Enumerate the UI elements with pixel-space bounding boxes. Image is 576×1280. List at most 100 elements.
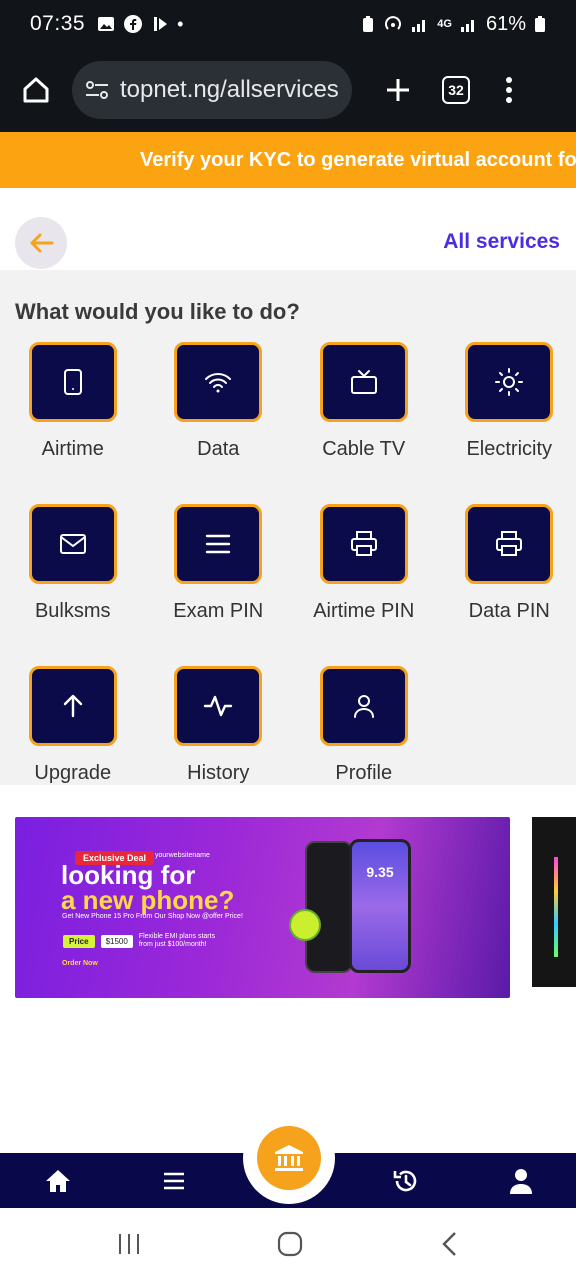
service-data-pin[interactable]: Data PIN: [437, 504, 576, 666]
service-tile[interactable]: [465, 342, 554, 422]
phone-clock: 9.35: [366, 864, 394, 880]
facebook-icon: [124, 15, 143, 33]
site-settings-icon[interactable]: [84, 78, 110, 102]
media-icon: [154, 17, 168, 31]
service-tile[interactable]: [319, 504, 408, 584]
person-icon: [510, 1169, 532, 1194]
mail-icon: [59, 534, 86, 554]
fund-wallet-button[interactable]: [257, 1126, 321, 1190]
service-label: Bulksms: [34, 600, 111, 622]
dot-icon: •: [177, 13, 184, 34]
promo-price-value: $1500: [100, 934, 133, 948]
download-badge-icon: [289, 909, 321, 941]
kyc-marquee[interactable]: Verify your KYC to generate virtual acco…: [0, 132, 576, 188]
promo-headline: looking for a new phone?: [61, 862, 235, 915]
kyc-text: Verify your KYC to generate virtual acco…: [140, 148, 576, 171]
service-tile[interactable]: [28, 666, 117, 746]
bank-icon: [275, 1145, 303, 1171]
home-system-button[interactable]: [277, 1230, 303, 1258]
network-type: 4G: [437, 18, 452, 30]
promo-price-label: Price: [63, 934, 95, 948]
side-ad[interactable]: [532, 817, 576, 987]
service-label: Electricity: [466, 438, 553, 460]
notification-icons: •: [97, 14, 183, 35]
service-label: Exam PIN: [173, 600, 264, 622]
nav-history[interactable]: [390, 1165, 422, 1197]
service-airtime-pin[interactable]: Airtime PIN: [291, 504, 437, 666]
service-label: Data PIN: [468, 600, 550, 622]
home-icon: [46, 1170, 70, 1192]
browser-toolbar: topnet.ng/allservices 32: [0, 48, 576, 132]
home-outline-icon: [23, 77, 49, 103]
service-profile[interactable]: Profile: [291, 666, 437, 828]
service-history[interactable]: History: [146, 666, 292, 828]
recents-icon: [119, 1234, 139, 1254]
user-icon: [353, 695, 374, 718]
tab-switcher-button[interactable]: 32: [442, 76, 470, 104]
service-bulksms[interactable]: Bulksms: [0, 504, 146, 666]
nav-profile[interactable]: [505, 1165, 537, 1197]
menu-lines-icon: [206, 534, 231, 554]
battery-percent: 61%: [485, 12, 526, 35]
service-airtime[interactable]: Airtime: [0, 342, 146, 504]
services-grid: Airtime Data Cable TV Electricity Bulksm: [0, 342, 576, 828]
new-tab-button[interactable]: [378, 70, 418, 110]
system-icons: 4G 61%: [361, 13, 546, 36]
gallery-icon: [98, 17, 115, 31]
service-tile[interactable]: [465, 504, 554, 584]
printer-icon: [350, 531, 377, 556]
service-cable-tv[interactable]: Cable TV: [291, 342, 437, 504]
browser-menu-icon[interactable]: [506, 77, 512, 103]
arrow-left-icon: [30, 233, 54, 253]
recents-button[interactable]: [116, 1230, 142, 1258]
battery-icon: [535, 16, 545, 32]
nav-home[interactable]: [42, 1165, 74, 1197]
promo-emi: Flexible EMI plans starts from just $100…: [138, 933, 216, 948]
signal-icon: [412, 20, 426, 32]
service-label: Airtime: [41, 438, 104, 460]
service-tile[interactable]: [174, 666, 263, 746]
back-button[interactable]: [15, 217, 67, 269]
service-tile[interactable]: [319, 666, 408, 746]
service-label: Data: [197, 438, 240, 460]
service-electricity[interactable]: Electricity: [437, 342, 576, 504]
menu-icon: [164, 1172, 184, 1190]
chevron-left-icon: [442, 1232, 456, 1256]
promo-subtext: Get New Phone 15 Pro From Our Shop Now @…: [62, 913, 243, 920]
phone-image-front: 9.35: [349, 839, 411, 973]
service-exam-pin[interactable]: Exam PIN: [146, 504, 292, 666]
system-navigation: [0, 1208, 576, 1280]
home-circle-icon: [277, 1231, 303, 1257]
services-section: What would you like to do? Airtime Data …: [0, 270, 576, 785]
url-bar[interactable]: topnet.ng/allservices: [72, 61, 352, 119]
battery-saver-icon: [363, 16, 374, 32]
arrow-up-icon: [63, 694, 82, 718]
back-system-button[interactable]: [440, 1230, 460, 1258]
nav-menu[interactable]: [158, 1165, 190, 1197]
page-title: All services: [443, 230, 560, 253]
service-tile[interactable]: [174, 342, 263, 422]
service-label: Airtime PIN: [313, 600, 415, 622]
service-tile[interactable]: [174, 504, 263, 584]
printer-icon: [496, 531, 523, 556]
service-upgrade[interactable]: Upgrade: [0, 666, 146, 828]
plus-icon: [387, 79, 409, 101]
browser-home-button[interactable]: [16, 70, 56, 110]
promo-banner[interactable]: Exclusive Deal yourwebsitename looking f…: [15, 817, 510, 998]
promo-order: Order Now: [62, 960, 98, 967]
history-icon: [393, 1170, 417, 1192]
signal-icon-2: [460, 20, 474, 32]
url-text: topnet.ng/allservices: [120, 76, 339, 103]
service-tile[interactable]: [28, 504, 117, 584]
promo-site: yourwebsitename: [155, 852, 210, 859]
service-label: Upgrade: [34, 762, 112, 784]
service-data[interactable]: Data: [146, 342, 292, 504]
clock: 07:35: [30, 12, 86, 35]
promo-headline-2: a new phone?: [61, 885, 235, 915]
status-bar: 07:35 • 4G 61%: [0, 0, 576, 48]
service-tile[interactable]: [28, 342, 117, 422]
service-label: History: [187, 762, 250, 784]
service-tile[interactable]: [319, 342, 408, 422]
wifi-icon: [205, 373, 232, 393]
activity-icon: [204, 695, 233, 717]
